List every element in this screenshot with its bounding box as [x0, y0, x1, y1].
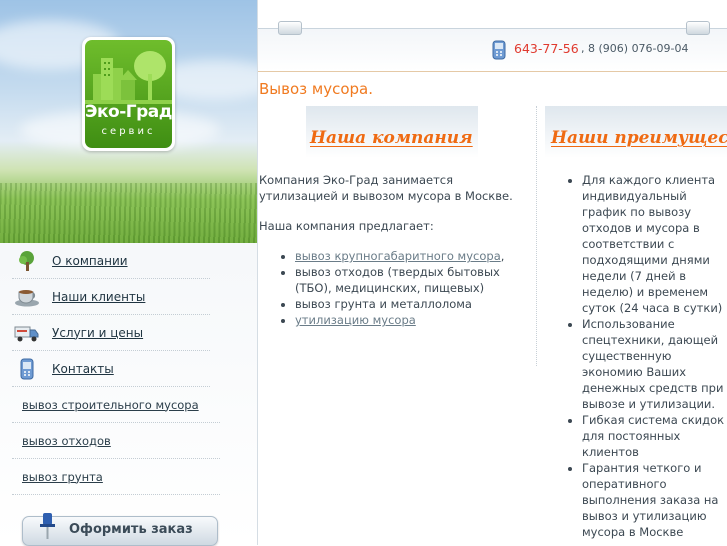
logo[interactable]: Эко-Град сервис	[82, 37, 175, 151]
truck-icon	[14, 321, 40, 345]
nav-link-services[interactable]: Услуги и цены	[52, 326, 143, 340]
logo-subtitle: сервис	[101, 126, 156, 137]
header-bar: 643-77-56 , 8 (906) 076-09-04	[258, 21, 727, 72]
phone-icon	[14, 357, 40, 381]
advantages-column: Для каждого клиента индивидуальный графи…	[548, 172, 727, 540]
column-divider	[536, 106, 537, 366]
main-content: 643-77-56 , 8 (906) 076-09-04 Вывоз мусо…	[257, 0, 727, 545]
phone-number-alt: , 8 (906) 076-09-04	[581, 42, 689, 55]
clip-decoration-right	[686, 21, 710, 35]
nav-item-clients[interactable]: Наши клиенты	[12, 279, 210, 315]
offer-link-recycling[interactable]: утилизацию мусора	[295, 313, 416, 327]
nav-link-contacts[interactable]: Контакты	[52, 362, 114, 376]
list-item: вывоз отходов (твердых бытовых (ТБО), ме…	[295, 264, 529, 296]
advantages-heading: Наши преимущества	[551, 128, 727, 148]
company-offers-list: вывоз крупногабаритного мусора, вывоз от…	[259, 248, 529, 328]
nav-link-construction-waste[interactable]: вывоз строительного мусора	[22, 398, 199, 412]
advantages-list: Для каждого клиента индивидуальный графи…	[548, 172, 727, 540]
city-tree-icon	[85, 51, 172, 104]
nav-link-waste[interactable]: вывоз отходов	[22, 434, 111, 448]
logo-name: Эко-Град	[85, 102, 172, 122]
nav-link-clients[interactable]: Наши клиенты	[52, 290, 145, 304]
order-button-label: Оформить заказ	[69, 522, 193, 537]
nav-subitem-waste[interactable]: вывоз отходов	[12, 423, 220, 459]
company-heading: Наша компания	[310, 128, 473, 148]
nav-subitem-soil[interactable]: вывоз грунта	[12, 459, 220, 495]
list-item: Использование спецтехники, дающей сущест…	[582, 316, 727, 412]
tree-icon	[14, 249, 40, 273]
list-item: Для каждого клиента индивидуальный графи…	[582, 172, 727, 316]
list-item: Гарантия четкого и оперативного выполнен…	[582, 460, 727, 540]
advantages-heading-box: Наши преимущества	[545, 106, 727, 158]
sidebar-nav: О компании Наши клиенты Услуги и цены Ко…	[0, 243, 257, 495]
left-column: Эко-Град сервис О компании Наши клиенты …	[0, 0, 257, 546]
cup-icon	[14, 285, 40, 309]
list-item: вывоз грунта и металлолома	[295, 296, 529, 312]
nav-item-services[interactable]: Услуги и цены	[12, 315, 210, 351]
nav-link-soil[interactable]: вывоз грунта	[22, 470, 103, 484]
nav-link-about[interactable]: О компании	[52, 254, 128, 268]
pushpin-icon	[37, 513, 57, 546]
order-button[interactable]: Оформить заказ	[22, 513, 218, 546]
list-item: вывоз крупногабаритного мусора,	[295, 248, 529, 264]
list-item: утилизацию мусора	[295, 312, 529, 328]
nav-item-contacts[interactable]: Контакты	[12, 351, 210, 387]
clip-decoration-left	[278, 21, 302, 35]
phone-number-main: 643-77-56	[514, 41, 579, 56]
list-item: Гибкая система скидок для постоянных кли…	[582, 412, 727, 460]
offer-link-bulky-waste[interactable]: вывоз крупногабаритного мусора	[295, 249, 501, 263]
nav-subitem-construction-waste[interactable]: вывоз строительного мусора	[12, 387, 220, 423]
company-intro: Компания Эко-Град занимается утилизацией…	[259, 173, 513, 203]
nav-item-about[interactable]: О компании	[12, 243, 210, 279]
company-heading-box: Наша компания	[306, 106, 478, 158]
company-offers-label: Наша компания предлагает:	[259, 219, 434, 233]
page-title: Вывоз мусора.	[259, 80, 373, 98]
company-column: Компания Эко-Град занимается утилизацией…	[259, 172, 529, 328]
mobile-phone-icon	[491, 40, 507, 63]
